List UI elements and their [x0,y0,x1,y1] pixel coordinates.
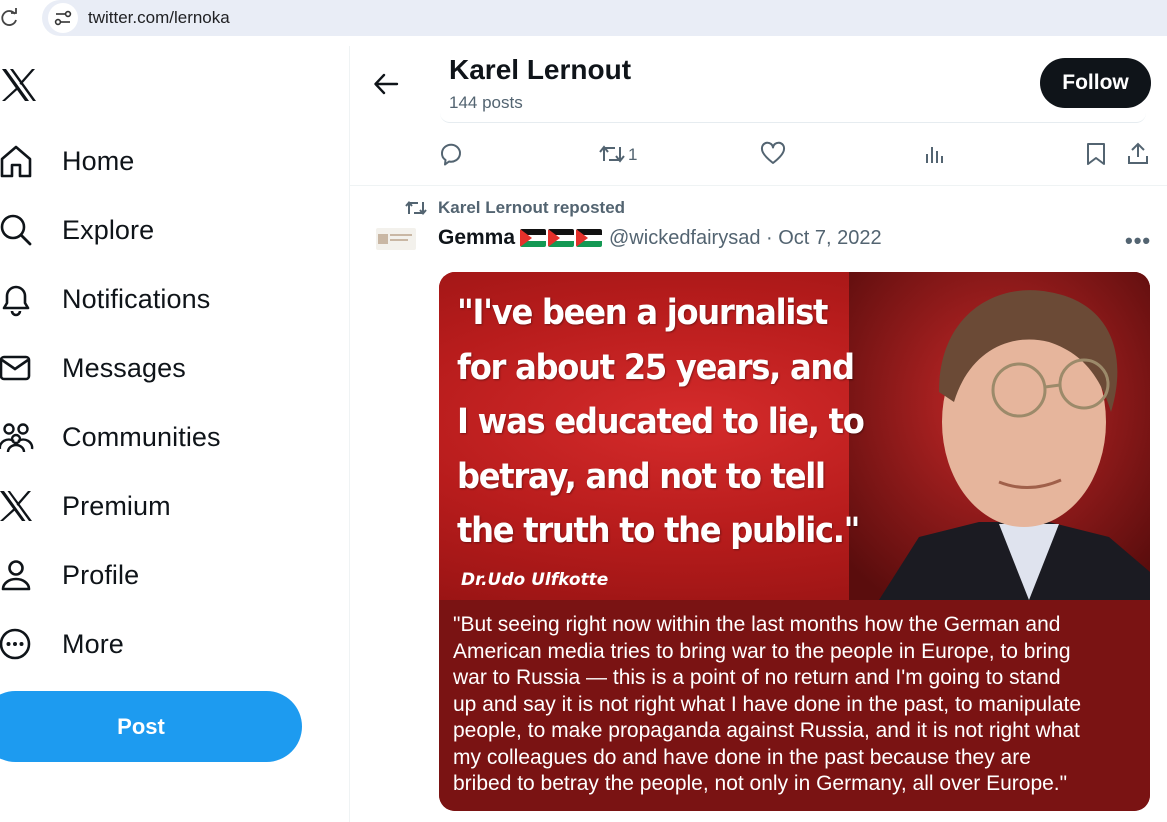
nav-label-messages: Messages [62,352,186,383]
palestine-flag-icon [520,229,546,247]
repost-label: Karel Lernout reposted [438,198,626,217]
nav-item-profile[interactable]: Profile [0,550,320,600]
people-icon [0,423,34,453]
tune-icon [54,10,72,26]
palestine-flag-icon [548,229,574,247]
reply-icon[interactable] [439,141,463,167]
body-line: up and say it is not right what I have d… [453,692,1082,716]
nav-item-home[interactable]: Home [0,136,320,186]
person-icon [1,560,31,591]
tweet-divider [350,185,1167,186]
nav-item-communities[interactable]: Communities [0,412,320,462]
search-icon [0,214,32,246]
browser-toolbar: twitter.com/lernoka [0,0,1167,38]
site-info-button[interactable] [48,3,78,33]
quote-line: the truth to the public." [457,511,860,551]
like-icon[interactable] [760,141,786,167]
image-attribution: Dr.Udo Ulfkotte [461,570,609,590]
reload-icon[interactable] [0,8,20,28]
url-text[interactable]: twitter.com/lernoka [88,8,230,28]
author-name[interactable]: Gemma [438,226,515,250]
post-count: 144 posts [449,93,523,112]
quote-line: for about 25 years, and [457,347,855,388]
quote-line: "I've been a journalist [457,293,828,333]
nav-label-more: More [62,628,124,659]
home-icon [0,145,32,178]
more-circle-icon [0,628,31,660]
nav-label-premium: Premium [62,490,171,521]
header-edge [440,113,1146,123]
image-body-quote: "But seeing right now within the last mo… [453,612,1143,798]
nav-label-notifications: Notifications [62,283,211,314]
nav-label-communities: Communities [62,421,221,452]
x-logo-icon[interactable] [0,66,38,104]
tweet-image[interactable]: "I've been a journalist for about 25 yea… [439,272,1150,811]
share-icon[interactable] [1126,141,1150,167]
nav-divider [349,46,350,822]
portrait-photo [849,272,1150,600]
nav-label-profile: Profile [62,559,140,590]
profile-name: Karel Lernout [449,54,632,85]
quote-line: I was educated to lie, to [457,402,865,442]
nav-label-explore: Explore [62,214,155,245]
body-line: war to Russia — this is a point of no re… [453,666,1061,689]
quote-line: betray, and not to tell [457,456,826,497]
palestine-flag-icon [576,229,602,247]
body-line: "But seeing right now within the last mo… [453,613,1061,636]
nav-item-messages[interactable]: Messages [0,343,320,393]
bookmark-icon[interactable] [1085,141,1107,167]
flag-emojis [520,229,602,247]
repost-icon [405,200,427,216]
nav-item-more[interactable]: More [0,619,320,669]
envelope-icon [0,355,31,381]
nav-item-explore[interactable]: Explore [0,205,320,255]
x-logo-icon [0,491,32,521]
follow-button[interactable]: Follow [1040,58,1151,108]
post-button[interactable]: Post [0,691,302,762]
body-line: my colleagues do and have done in the pa… [453,745,1031,769]
views-icon[interactable] [924,141,946,167]
body-line: bribed to betray the people, not only in… [453,772,1068,795]
nav-item-premium[interactable]: Premium [0,481,320,531]
body-line: American media tries to bring war to the… [453,639,1071,663]
avatar[interactable] [376,228,416,250]
retweet-count: 1 [628,145,638,164]
body-line: people, to make propaganda against Russi… [453,719,1080,742]
back-arrow-icon[interactable] [372,70,400,98]
tweet-more-button[interactable]: ••• [1125,228,1151,254]
handle-and-date[interactable]: @wickedfairysad · Oct 7, 2022 [609,227,882,250]
image-headline-quote: "I've been a journalist for about 25 yea… [457,286,865,559]
nav-label-home: Home [62,145,135,176]
bell-icon [2,285,30,317]
nav-item-notifications[interactable]: Notifications [0,274,320,324]
retweet-icon[interactable] [598,141,626,167]
